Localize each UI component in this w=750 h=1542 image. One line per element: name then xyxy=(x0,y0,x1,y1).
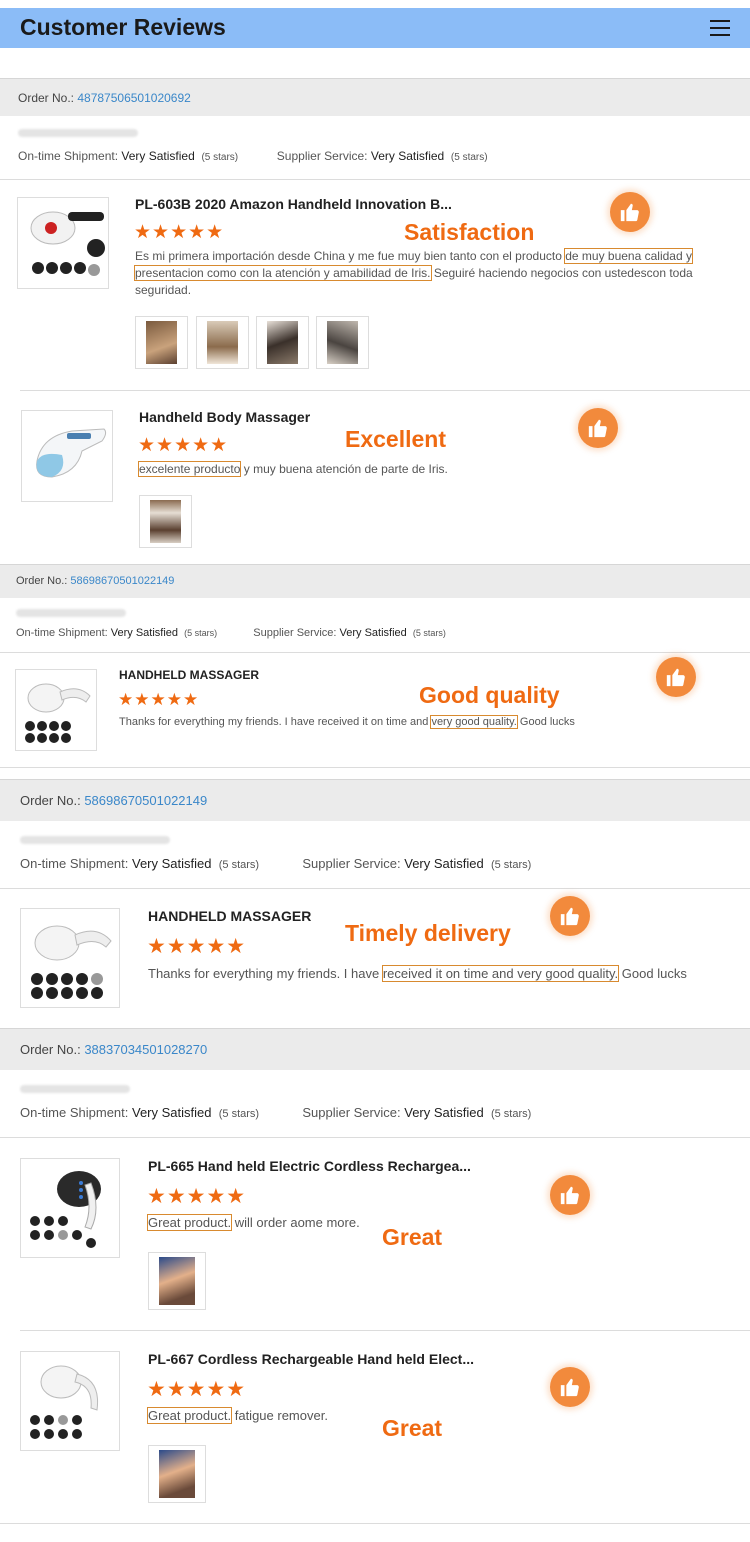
divider xyxy=(0,652,750,653)
review-tag: Timely delivery xyxy=(345,920,511,946)
product-title[interactable]: Handheld Body Massager xyxy=(139,409,310,425)
product-thumbnail[interactable] xyxy=(17,197,109,289)
review-photo[interactable] xyxy=(148,1252,206,1310)
review-photo[interactable] xyxy=(256,316,309,369)
divider xyxy=(0,1137,750,1138)
page-title: Customer Reviews xyxy=(20,14,226,40)
thumbs-up-icon[interactable] xyxy=(656,657,696,697)
buyer-name-blurred xyxy=(20,1085,130,1093)
order-label: Order No.: xyxy=(20,1042,81,1057)
review-photo[interactable] xyxy=(148,1445,206,1503)
product-thumbnail[interactable] xyxy=(20,1351,120,1451)
review-tag: Good quality xyxy=(419,682,560,708)
product-thumbnail[interactable] xyxy=(20,908,120,1008)
buyer-name-blurred xyxy=(16,609,126,617)
product-title[interactable]: PL-603B 2020 Amazon Handheld Innovation … xyxy=(135,196,452,212)
review-highlight: excelente producto xyxy=(137,461,242,477)
divider xyxy=(0,888,750,889)
review-text: Thanks for everything my friends. I have… xyxy=(148,965,687,982)
page-header: Customer Reviews xyxy=(0,8,750,48)
product-thumbnail[interactable] xyxy=(20,1158,120,1258)
order-number[interactable]: 58698670501022149 xyxy=(70,575,174,587)
review-tag: Great xyxy=(382,1224,443,1250)
review-tag: Excellent xyxy=(345,426,446,452)
divider xyxy=(20,1330,750,1331)
review-text: Thanks for everything my friends. I have… xyxy=(119,715,575,729)
star-rating: ★★★★★ xyxy=(147,1185,247,1208)
star-rating: ★★★★★ xyxy=(138,435,229,456)
thumbs-up-icon[interactable] xyxy=(578,408,618,448)
review-text: Great product. will order aome more. xyxy=(146,1214,360,1231)
thumbs-up-icon[interactable] xyxy=(550,896,590,936)
order-bar: Order No.: 58698670501022149 xyxy=(0,779,750,821)
review-text: excelente producto y muy buena atención … xyxy=(137,461,448,477)
rating-summary: On-time Shipment: Very Satisfied (5 star… xyxy=(18,149,488,163)
divider xyxy=(0,1523,750,1524)
thumbs-up-icon[interactable] xyxy=(610,192,650,232)
review-tag: Great xyxy=(382,1415,443,1441)
review-tag: Satisfaction xyxy=(404,219,535,245)
product-thumbnail[interactable] xyxy=(21,410,113,502)
review-photo[interactable] xyxy=(196,316,249,369)
review-text: Es mi primera importación desde China y … xyxy=(134,248,693,297)
order-number[interactable]: 38837034501028270 xyxy=(84,1042,207,1057)
order-label: Order No.: xyxy=(18,91,75,105)
order-label: Order No.: xyxy=(16,575,68,587)
buyer-name-blurred xyxy=(18,129,138,137)
star-rating: ★★★★★ xyxy=(134,222,225,243)
divider xyxy=(0,179,750,180)
star-rating: ★★★★★ xyxy=(147,1378,247,1401)
review-photo[interactable] xyxy=(316,316,369,369)
rating-summary: On-time Shipment: Very Satisfied (5 star… xyxy=(16,627,446,639)
review-highlight: very good quality. xyxy=(430,715,518,729)
thumbs-up-icon[interactable] xyxy=(550,1367,590,1407)
star-rating: ★★★★★ xyxy=(147,935,247,958)
review-highlight: Great product. xyxy=(146,1407,233,1424)
review-photo[interactable] xyxy=(139,495,192,548)
order-bar: Order No.: 38837034501028270 xyxy=(0,1028,750,1070)
order-bar: Order No.: 58698670501022149 xyxy=(0,564,750,598)
divider xyxy=(0,767,750,768)
product-title[interactable]: HANDHELD MASSAGER xyxy=(119,668,259,682)
star-rating: ★★★★★ xyxy=(118,690,200,709)
divider xyxy=(20,390,750,391)
rating-summary: On-time Shipment: Very Satisfied (5 star… xyxy=(20,856,532,871)
product-title[interactable]: PL-667 Cordless Rechargeable Hand held E… xyxy=(148,1351,474,1367)
rating-summary: On-time Shipment: Very Satisfied (5 star… xyxy=(20,1105,532,1120)
product-title[interactable]: PL-665 Hand held Electric Cordless Recha… xyxy=(148,1158,471,1174)
thumbs-up-icon[interactable] xyxy=(550,1175,590,1215)
review-highlight: received it on time and very good qualit… xyxy=(381,965,620,982)
order-label: Order No.: xyxy=(20,793,81,808)
review-text: Great product. fatigue remover. xyxy=(146,1407,328,1424)
review-photo[interactable] xyxy=(135,316,188,369)
buyer-name-blurred xyxy=(20,836,170,844)
product-thumbnail[interactable] xyxy=(15,669,97,751)
order-bar: Order No.: 48787506501020692 xyxy=(0,78,750,116)
review-highlight: Great product. xyxy=(146,1214,233,1231)
order-number[interactable]: 58698670501022149 xyxy=(84,793,207,808)
product-title[interactable]: HANDHELD MASSAGER xyxy=(148,908,311,924)
menu-icon[interactable] xyxy=(710,20,730,36)
order-number[interactable]: 48787506501020692 xyxy=(77,91,190,105)
